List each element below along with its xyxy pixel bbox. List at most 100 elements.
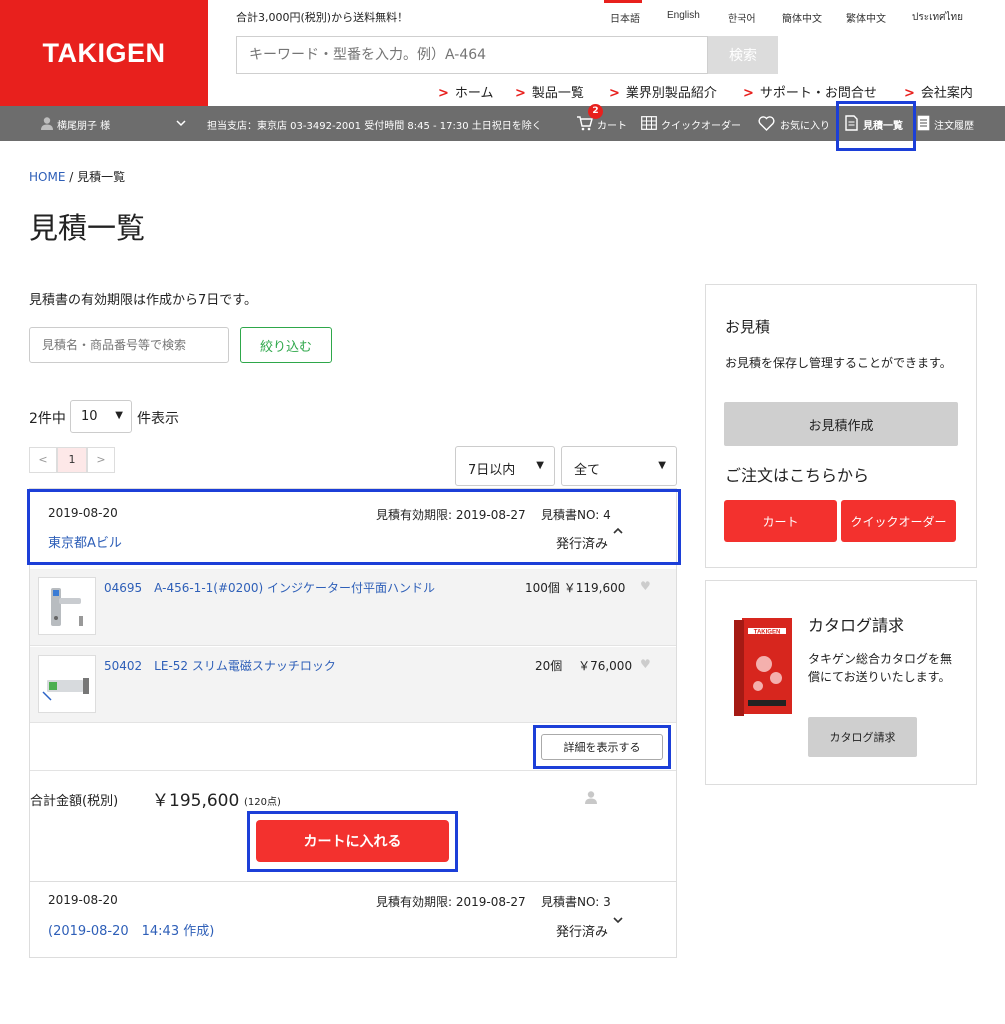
free-shipping-note: 合計3,000円(税別)から送料無料！ [236, 11, 409, 24]
quote-search-input[interactable] [29, 327, 229, 363]
user-icon [585, 791, 597, 804]
document-icon[interactable] [845, 115, 858, 131]
quote-name-link[interactable]: (2019-08-20 14:43 作成) [48, 920, 214, 939]
favorite-heart-icon[interactable]: ♥ [640, 657, 651, 671]
lang-traditional-chinese[interactable]: 繁体中文 [846, 10, 886, 25]
quick-order-link[interactable]: クイックオーダー [661, 117, 741, 132]
quotes-list-link[interactable]: 見積一覧 [863, 117, 903, 132]
quote-date: 2019-08-20 [48, 893, 118, 907]
quote-item-row: 04695 A-456-1-1(#0200) インジケーター付平面ハンドル 10… [30, 569, 676, 646]
chevron-right-icon: > [609, 86, 620, 101]
product-link[interactable]: 04695 A-456-1-1(#0200) インジケーター付平面ハンドル [104, 579, 435, 596]
search-button[interactable]: 検索 [708, 36, 778, 74]
nav-support[interactable]: > サポート・お問合せ [743, 82, 877, 101]
validity-note: 見積書の有効期限は作成から7日です。 [29, 293, 257, 308]
product-image[interactable] [38, 577, 96, 635]
product-image[interactable] [38, 655, 96, 713]
order-title: ご注文はこちらから [725, 466, 870, 485]
quote-status: 発行済み [556, 537, 609, 552]
filter-button[interactable]: 絞り込む [240, 327, 332, 363]
lang-japanese[interactable]: 日本語 [610, 10, 640, 25]
nav-products-label: 製品一覧 [531, 86, 584, 101]
breadcrumb-home[interactable]: HOME [29, 170, 65, 184]
dropdown-arrow-icon: ▼ [536, 460, 544, 471]
favorite-heart-icon[interactable]: ♥ [640, 579, 651, 593]
chevron-down-icon[interactable] [176, 120, 186, 127]
lang-english[interactable]: English [667, 10, 700, 21]
nav-company-label: 会社案内 [920, 86, 973, 101]
catalog-cover-text: TAKIGEN [754, 630, 781, 636]
quote-number: 見積書NO: 4 [541, 508, 611, 522]
breadcrumb-current: 見積一覧 [77, 170, 126, 184]
nav-home[interactable]: > ホーム [438, 82, 494, 101]
catalog-cover-image[interactable]: TAKIGEN [734, 614, 796, 718]
divider [30, 881, 676, 882]
per-page-value: 10 [81, 409, 98, 424]
branch-info: 担当支店：東京店 03-3492-2001 受付時間 8:45 - 17:30 … [207, 121, 542, 132]
quote-date: 2019-08-20 [48, 506, 118, 520]
quote-item-row: 50402 LE-52 スリム電磁スナッチロック 20個 ￥76,000 ♥ [30, 647, 676, 723]
cart-link[interactable]: カート [597, 117, 627, 132]
divider [30, 770, 676, 771]
total-amount: ￥195,600 [152, 791, 240, 811]
dropdown-arrow-icon: ▼ [115, 410, 123, 421]
item-quantity-price: 20個 ￥76,000 [535, 659, 633, 673]
user-bar: 横尾朋子 様 担当支店：東京店 03-3492-2001 受付時間 8:45 -… [0, 104, 1005, 141]
estimate-title: お見積 [725, 318, 771, 336]
lang-korean[interactable]: 한국어 [728, 10, 756, 25]
quote-expiry: 見積有効期限: 2019-08-27 [376, 508, 526, 522]
dropdown-arrow-icon: ▼ [658, 460, 666, 471]
lang-simplified-chinese[interactable]: 簡体中文 [782, 10, 822, 25]
nav-products[interactable]: > 製品一覧 [515, 82, 584, 101]
catalog-title: カタログ請求 [808, 616, 905, 635]
status-select-value: 全て [574, 463, 601, 478]
result-count-label: 2件中 [29, 411, 66, 427]
page-title: 見積一覧 [29, 211, 146, 245]
grid-icon[interactable] [641, 116, 657, 130]
product-link[interactable]: 50402 LE-52 スリム電磁スナッチロック [104, 657, 336, 674]
active-language-indicator [604, 0, 642, 3]
lang-thai[interactable]: ประเทศไทย [912, 10, 963, 25]
user-name[interactable]: 横尾朋子 様 [57, 117, 110, 132]
order-history-link[interactable]: 注文履歴 [934, 117, 974, 132]
nav-industry[interactable]: > 業界別製品紹介 [609, 82, 717, 101]
total-points: (120点) [244, 797, 281, 808]
sidebar-cart-button[interactable]: カート [724, 500, 837, 542]
catalog-description: タキゲン総合カタログを無償にてお送りいたします。 [808, 652, 953, 684]
quote-name-link[interactable]: 東京都Aビル [48, 532, 122, 551]
item-quantity-price: 100個 ￥119,600 [525, 581, 626, 595]
pagination-page-1[interactable]: 1 [57, 447, 87, 473]
search-input[interactable] [236, 36, 708, 74]
quote-status: 発行済み [556, 925, 609, 940]
heart-icon[interactable] [758, 116, 775, 131]
chevron-up-icon[interactable] [612, 526, 624, 534]
nav-home-label: ホーム [454, 86, 494, 101]
quote-expiry: 見積有効期限: 2019-08-27 [376, 895, 526, 909]
sidebar-quick-order-button[interactable]: クイックオーダー [841, 500, 956, 542]
pagination-prev[interactable]: < [29, 447, 57, 473]
breadcrumb-separator: / [69, 170, 74, 184]
breadcrumb: HOME / 見積一覧 [29, 168, 125, 185]
total-label: 合計金額(税別) [30, 794, 119, 809]
chevron-down-icon[interactable] [612, 916, 624, 924]
nav-company[interactable]: > 会社案内 [904, 82, 973, 101]
show-details-button[interactable]: 詳細を表示する [541, 734, 663, 760]
nav-support-label: サポート・お問合せ [759, 86, 877, 101]
favorites-link[interactable]: お気に入り [780, 117, 830, 132]
add-to-cart-button[interactable]: カートに入れる [256, 820, 449, 862]
order-history-icon[interactable] [917, 115, 930, 131]
estimate-description: お見積を保存し管理することができます。 [725, 356, 952, 370]
pagination-next[interactable]: > [87, 447, 115, 473]
chevron-right-icon: > [743, 86, 754, 101]
quote-card [29, 488, 677, 958]
per-page-label: 件表示 [137, 411, 179, 427]
per-page-select[interactable]: 10 ▼ [70, 400, 132, 433]
create-estimate-button[interactable]: お見積作成 [724, 402, 958, 446]
takigen-logo[interactable]: TAKIGEN [0, 38, 208, 69]
period-select-value: 7日以内 [468, 463, 516, 478]
catalog-request-button[interactable]: カタログ請求 [808, 717, 917, 757]
status-select[interactable]: 全て ▼ [561, 446, 677, 486]
period-select[interactable]: 7日以内 ▼ [455, 446, 555, 486]
quote-number: 見積書NO: 3 [541, 895, 611, 909]
chevron-right-icon: > [438, 86, 449, 101]
